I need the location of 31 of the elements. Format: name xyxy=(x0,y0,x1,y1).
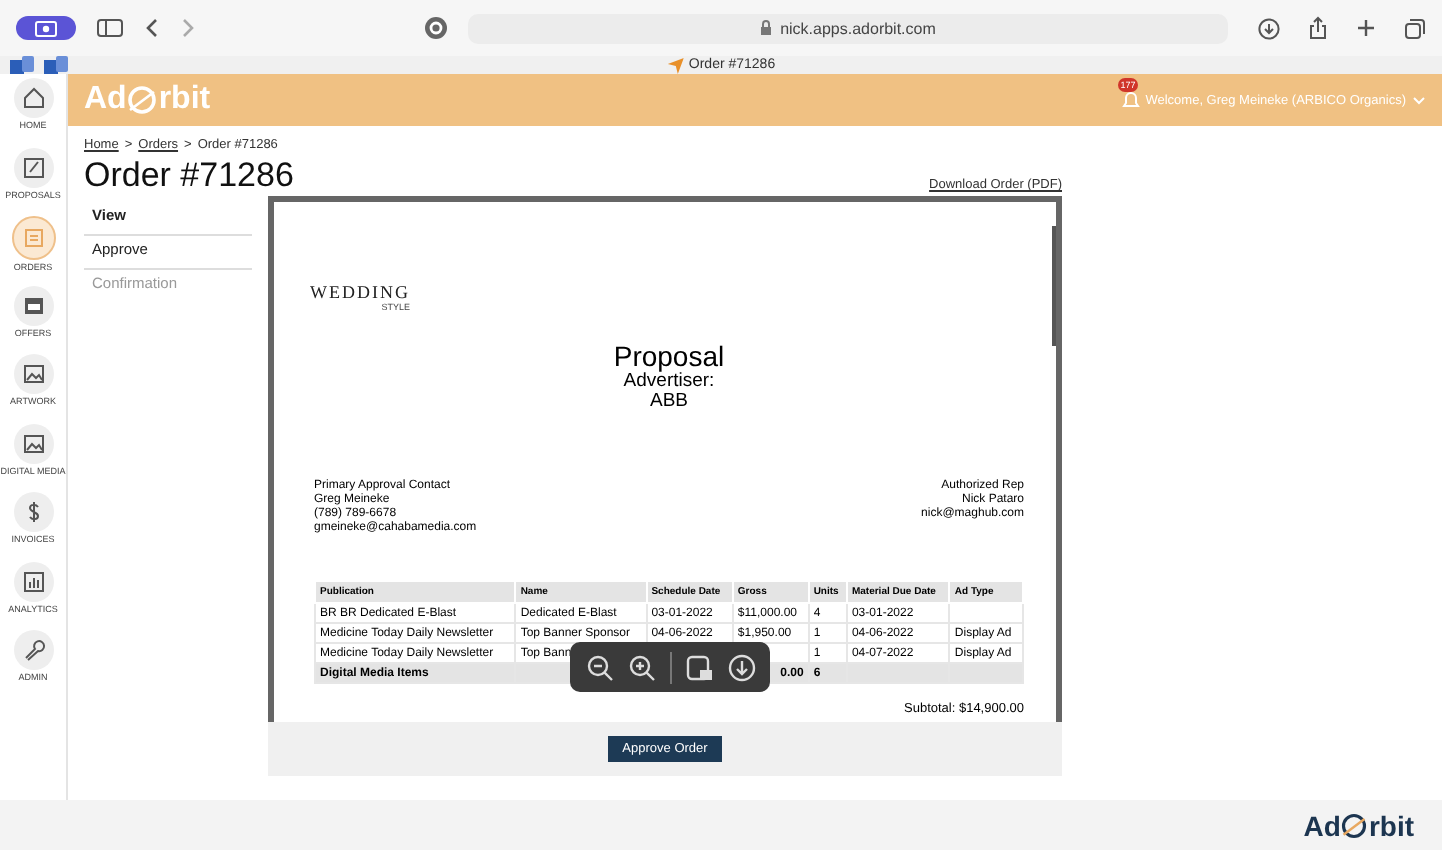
sidebar-toggle-icon[interactable] xyxy=(96,18,124,38)
advertiser-label: Advertiser: xyxy=(623,372,715,392)
download-icon[interactable] xyxy=(1258,17,1280,39)
profile-button[interactable] xyxy=(16,16,76,40)
document-heading: Proposal xyxy=(611,340,727,372)
zoom-in-icon[interactable] xyxy=(627,653,655,681)
image-icon xyxy=(21,362,45,386)
back-icon[interactable] xyxy=(144,18,160,38)
address-bar[interactable]: nick.apps.adorbit.com xyxy=(468,13,1228,43)
document-icon xyxy=(21,226,45,250)
orbit-icon xyxy=(126,84,159,116)
tabs-icon[interactable] xyxy=(1404,17,1426,39)
card-icon xyxy=(21,293,45,317)
page-title: Order #71286 xyxy=(84,156,294,196)
footer-logo: Ad rbit xyxy=(1303,809,1414,841)
extension-icon[interactable] xyxy=(424,16,448,40)
advertiser-name: ABB xyxy=(647,392,690,412)
zoom-out-icon[interactable] xyxy=(585,653,613,681)
teams-icon[interactable] xyxy=(10,55,34,75)
share-icon[interactable] xyxy=(1308,16,1328,40)
lock-icon xyxy=(760,20,773,36)
profile-icon xyxy=(32,19,60,37)
orbit-icon xyxy=(1340,811,1369,839)
wrench-icon xyxy=(21,638,45,662)
teams-icon[interactable] xyxy=(44,55,68,75)
edit-icon xyxy=(21,155,45,179)
plus-icon[interactable] xyxy=(1356,18,1376,38)
bell-icon[interactable] xyxy=(1121,90,1140,110)
home-icon xyxy=(21,86,45,110)
bar-chart-icon xyxy=(21,569,45,593)
image-icon xyxy=(21,431,45,455)
